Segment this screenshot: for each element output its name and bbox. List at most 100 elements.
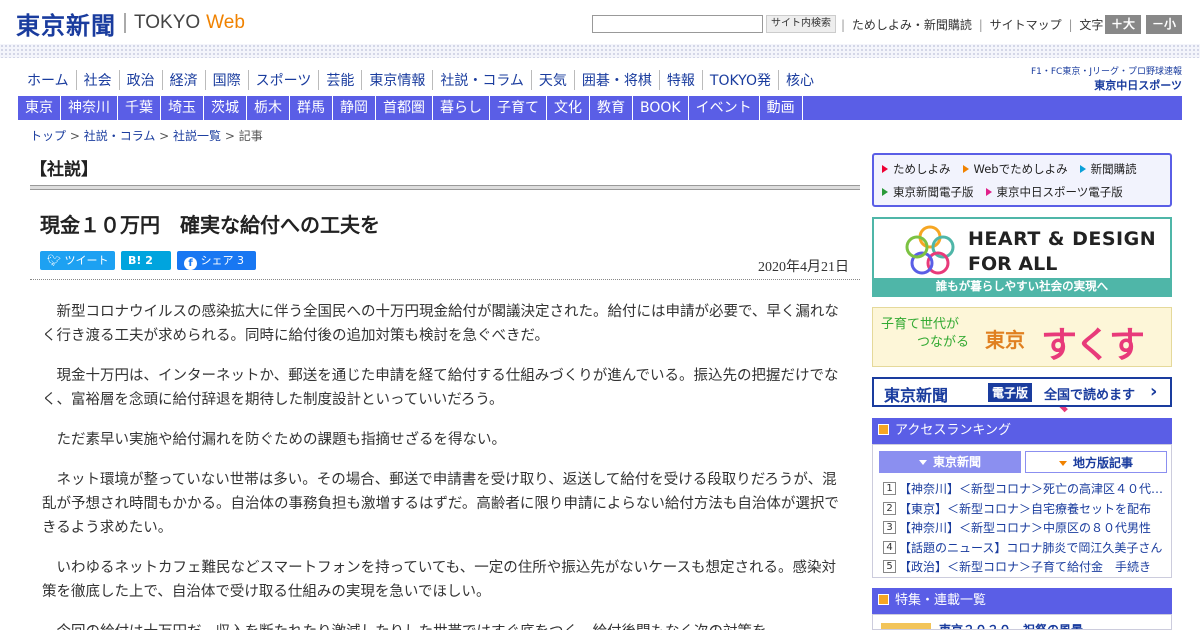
region-item-kanagawa[interactable]: 神奈川 xyxy=(61,96,118,120)
nav-item-tokyo-hatsu[interactable]: TOKYO発 xyxy=(703,70,779,90)
trial-read-label: ためしよみ xyxy=(893,162,951,176)
font-size-decrease-button[interactable]: －小 xyxy=(1146,15,1182,34)
region-item-parenting[interactable]: 子育て xyxy=(490,96,547,120)
nav-item-editorial-column[interactable]: 社説・コラム xyxy=(433,70,532,90)
region-item-video[interactable]: 動画 xyxy=(760,96,803,120)
breadcrumb-editorial-list[interactable]: 社説一覧 xyxy=(173,129,221,143)
region-item-event[interactable]: イベント xyxy=(689,96,760,120)
region-item-ibaraki[interactable]: 茨城 xyxy=(204,96,247,120)
ranking-item[interactable]: 4 【話題のニュース】コロナ肺炎で岡江久美子さん xyxy=(883,538,1168,558)
features-title: 特集・連載一覧 xyxy=(895,593,987,608)
nav-item-kakushin[interactable]: 核心 xyxy=(779,70,821,90)
logo-jp: 東京新聞 xyxy=(16,10,116,40)
sukusuku-tokyo: 東京 xyxy=(985,328,1025,352)
ranking-item-text: 【政治】＜新型コロナ＞子育て給付金 手続き xyxy=(899,560,1152,575)
article-paragraph: ネット環境が整っていない世帯は多い。その場合、郵送で申請書を受け取り、返送して給… xyxy=(42,472,839,536)
region-item-tochigi[interactable]: 栃木 xyxy=(247,96,290,120)
hatena-bookmark-button[interactable]: B! 2 xyxy=(121,251,171,270)
logo-separator xyxy=(124,13,126,33)
web-trial-read-link[interactable]: Webでためしよみ xyxy=(962,161,1068,177)
facebook-icon: f xyxy=(184,257,197,270)
region-item-shizuoka[interactable]: 静岡 xyxy=(333,96,376,120)
site-search-button[interactable]: サイト内検索 xyxy=(766,15,836,33)
ranking-header: アクセスランキング xyxy=(872,418,1172,444)
facebook-share-label: シェア xyxy=(200,254,234,267)
ranking-item-text: 【神奈川】＜新型コロナ＞中原区の８０代男性 xyxy=(899,521,1152,536)
region-item-gunma[interactable]: 群馬 xyxy=(290,96,333,120)
quick-links-row: 東京新聞電子版 東京中日スポーツ電子版 xyxy=(882,184,1135,200)
region-item-living[interactable]: 暮らし xyxy=(433,96,490,120)
heart-design-banner[interactable]: HEART & DESIGN FOR ALL 誰もが暮らしやすい社会の実現へ xyxy=(872,217,1172,297)
digital-edition-banner[interactable]: 東京新聞 電子版 全国で読めます › xyxy=(872,377,1172,407)
trial-read-link[interactable]: ためしよみ xyxy=(882,161,951,177)
sukusuku-banner[interactable]: 子育て世代が つながる 東京 すくすく xyxy=(872,307,1172,418)
nav-item-weather[interactable]: 天気 xyxy=(532,70,575,90)
nav-item-special-report[interactable]: 特報 xyxy=(660,70,703,90)
ranking-item[interactable]: 2 【東京】＜新型コロナ＞自宅療養セットを配布 xyxy=(883,499,1168,519)
region-item-culture[interactable]: 文化 xyxy=(547,96,590,120)
breadcrumb-editorial-column[interactable]: 社説・コラム xyxy=(84,129,156,143)
font-size-increase-button[interactable]: ＋大 xyxy=(1105,15,1141,34)
features-list-item[interactable]: 東京２０２０ 祝祭の風景 xyxy=(872,614,1172,630)
region-item-saitama[interactable]: 埼玉 xyxy=(161,96,204,120)
ranking-panel: 東京新聞 地方版記事 1 【神奈川】＜新型コロナ＞死亡の高津区４０代男性 2 【東京… xyxy=(872,444,1172,578)
nav-item-economy[interactable]: 経済 xyxy=(163,70,206,90)
trial-subscribe-link[interactable]: ためしよみ・新聞購読 xyxy=(852,18,972,32)
triangle-icon xyxy=(882,165,888,173)
breadcrumb-top[interactable]: トップ xyxy=(30,129,66,143)
quick-links-row: ためしよみ Webでためしよみ 新聞購読 xyxy=(882,161,1149,177)
heart-design-line1: HEART & DESIGN xyxy=(968,228,1157,250)
nav-item-politics[interactable]: 政治 xyxy=(120,70,163,90)
ranking-tab-local-edition[interactable]: 地方版記事 xyxy=(1025,451,1167,473)
tweet-button[interactable]: 🐦︎ ツイート xyxy=(40,251,115,270)
ranking-item[interactable]: 3 【神奈川】＜新型コロナ＞中原区の８０代男性 xyxy=(883,518,1168,538)
ranking-tab-label: 東京新聞 xyxy=(932,455,981,469)
site-search-input[interactable] xyxy=(592,15,763,33)
chunichi-sports-digital-label: 東京中日スポーツ電子版 xyxy=(996,185,1123,199)
nav-item-igo-shogi[interactable]: 囲碁・将棋 xyxy=(575,70,660,90)
nav-item-sports[interactable]: スポーツ xyxy=(249,70,320,90)
nav-item-society[interactable]: 社会 xyxy=(77,70,120,90)
nav-item-international[interactable]: 国際 xyxy=(206,70,249,90)
ranking-tab-tokyo-shimbun[interactable]: 東京新聞 xyxy=(879,451,1021,473)
chunichi-logo: 東京中日スポーツ xyxy=(1094,79,1182,92)
hatena-icon: B! xyxy=(128,254,142,267)
ranking-item[interactable]: 1 【神奈川】＜新型コロナ＞死亡の高津区４０代男性 xyxy=(883,479,1168,499)
section-title: 【社説】 xyxy=(30,160,98,180)
article-paragraph: 新型コロナウイルスの感染拡大に伴う全国民への十万円現金給付が閣議決定された。給付… xyxy=(42,304,839,344)
chevron-right-icon: › xyxy=(1150,381,1158,402)
triangle-icon xyxy=(985,188,992,196)
digital-banner-name: 東京新聞 xyxy=(884,386,949,405)
nav-item-home[interactable]: ホーム xyxy=(20,70,77,90)
chunichi-sports-digital-link[interactable]: 東京中日スポーツ電子版 xyxy=(985,184,1123,200)
tokyo-shimbun-digital-link[interactable]: 東京新聞電子版 xyxy=(882,184,974,200)
breadcrumb-sep: > xyxy=(221,129,239,143)
main-nav: ホーム 社会 政治 経済 国際 スポーツ 芸能 東京情報 社説・コラム 天気 囲… xyxy=(20,70,821,90)
region-item-book[interactable]: BOOK xyxy=(633,96,689,120)
facebook-share-count: 3 xyxy=(237,254,244,267)
square-bullet-icon xyxy=(878,424,889,435)
web-trial-read-label: Webでためしよみ xyxy=(973,162,1068,176)
ranking-item[interactable]: 5 【政治】＜新型コロナ＞子育て給付金 手続き xyxy=(883,557,1168,577)
sitemap-link[interactable]: サイトマップ xyxy=(990,18,1062,32)
features-header: 特集・連載一覧 xyxy=(872,588,1172,614)
region-item-education[interactable]: 教育 xyxy=(590,96,633,120)
site-logo[interactable]: 東京新聞 TOKYO Web xyxy=(16,9,245,40)
section-divider xyxy=(30,185,860,190)
article-paragraph: 今回の給付は十万円だ。収入を断たれたり激減したりした世帯ではすぐ底をつく。給付後… xyxy=(42,620,848,630)
heart-design-line2: FOR ALL xyxy=(968,253,1058,275)
region-item-shutoken[interactable]: 首都圏 xyxy=(376,96,433,120)
region-item-chiba[interactable]: 千葉 xyxy=(118,96,161,120)
header-dotted-band xyxy=(0,44,1200,58)
nav-item-tokyo-info[interactable]: 東京情報 xyxy=(362,70,434,90)
ranking-item-text: 【神奈川】＜新型コロナ＞死亡の高津区４０代男性 xyxy=(899,482,1168,497)
subscribe-link[interactable]: 新聞購読 xyxy=(1079,161,1137,177)
region-item-tokyo[interactable]: 東京 xyxy=(18,96,61,120)
nav-item-entertainment[interactable]: 芸能 xyxy=(319,70,363,90)
triangle-icon xyxy=(1079,165,1086,173)
triangle-down-icon xyxy=(1058,461,1067,466)
chunichi-sports-link[interactable]: F1・FC東京・Jリーグ・プロ野球速報 東京中日スポーツ xyxy=(1024,64,1182,92)
breadcrumb-current: 記事 xyxy=(238,129,263,143)
square-bullet-icon xyxy=(878,594,889,605)
facebook-share-button[interactable]: f シェア 3 xyxy=(177,251,256,270)
